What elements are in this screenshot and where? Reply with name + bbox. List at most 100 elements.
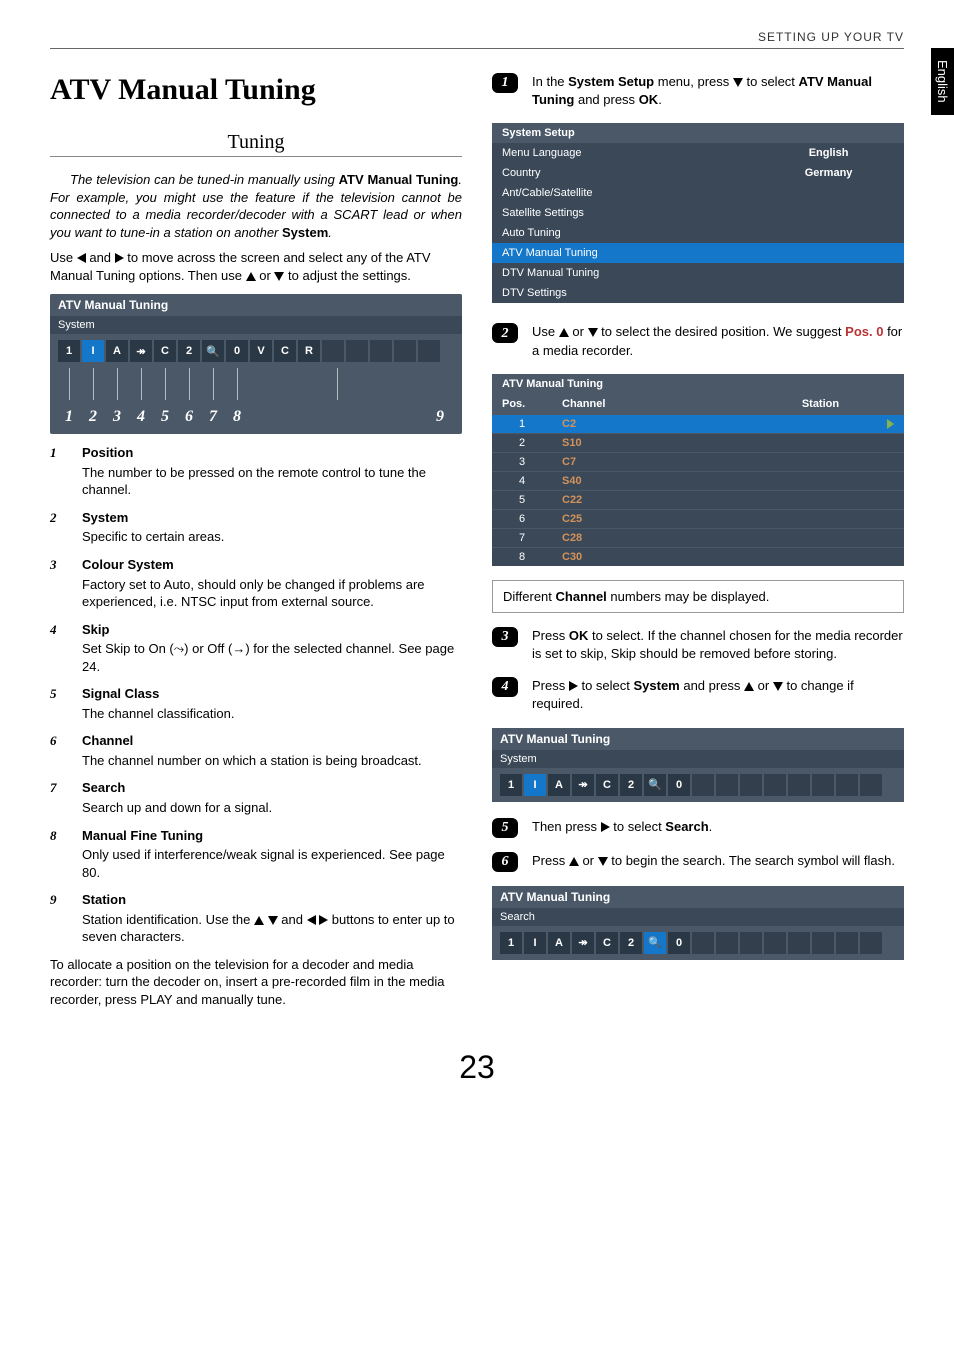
skip-off-icon: → — [232, 640, 245, 658]
strip-cell: I — [524, 932, 546, 954]
strip-cell: A — [548, 932, 570, 954]
strip-cell: 0 — [668, 932, 690, 954]
text: or — [754, 678, 773, 693]
strip-cell — [418, 340, 440, 362]
def-body: Factory set to Auto, should only be chan… — [82, 576, 462, 611]
right-column: 1 In the System Setup menu, press to sel… — [492, 73, 904, 1019]
step-badge-5: 5 — [492, 818, 518, 838]
down-arrow-icon — [588, 328, 598, 337]
strip-cell — [836, 932, 858, 954]
def-num: 6 — [50, 732, 70, 769]
text: Pos. 0 — [845, 324, 883, 339]
strip-cell: 2 — [620, 774, 642, 796]
strip-cell: C — [274, 340, 296, 362]
page-title: ATV Manual Tuning — [50, 73, 462, 107]
def-item: 7 SearchSearch up and down for a signal. — [50, 779, 462, 816]
text: Press — [532, 678, 569, 693]
cell-pos: 5 — [492, 490, 552, 509]
menu-label: Auto Tuning — [492, 223, 753, 243]
cell-pos: 6 — [492, 509, 552, 528]
def-body: Specific to certain areas. — [82, 528, 462, 546]
menu-title: System Setup — [492, 123, 904, 143]
system-screen: ATV Manual Tuning System 1 I A ↠ C 2 🔍 0 — [492, 728, 904, 802]
def-num: 4 — [50, 621, 70, 676]
text: or — [579, 853, 598, 868]
strip-cell — [692, 932, 714, 954]
text: Press — [532, 628, 569, 643]
text: OK — [569, 628, 589, 643]
step-body: Use or to select the desired position. W… — [532, 323, 904, 359]
strip-cell: 🔍 — [202, 340, 224, 362]
diagram-number: 6 — [178, 408, 200, 426]
step-1: 1 In the System Setup menu, press to sel… — [492, 73, 904, 109]
strip-cell: R — [298, 340, 320, 362]
cell-channel: C30 — [552, 547, 737, 566]
strip-cell: 2 — [620, 932, 642, 954]
play-icon — [887, 419, 894, 429]
strip-cell — [860, 932, 882, 954]
text: System Setup — [568, 74, 654, 89]
up-arrow-icon — [559, 328, 569, 337]
def-body: Only used if interference/weak signal is… — [82, 846, 462, 881]
down-arrow-icon — [598, 857, 608, 866]
cell-channel: C22 — [552, 490, 737, 509]
diagram-number: 3 — [106, 408, 128, 426]
strip-cell: C — [596, 774, 618, 796]
strip-cell — [716, 932, 738, 954]
def-body: The channel number on which a station is… — [82, 752, 462, 770]
menu-label: Ant/Cable/Satellite — [492, 183, 753, 203]
right-arrow-icon — [569, 681, 578, 691]
menu-value: Germany — [753, 163, 904, 183]
text: Press — [532, 853, 569, 868]
text: to select — [578, 678, 634, 693]
def-title: Signal Class — [82, 685, 462, 703]
step-6: 6 Press or to begin the search. The sear… — [492, 852, 904, 872]
def-item: 3 Colour SystemFactory set to Auto, shou… — [50, 556, 462, 611]
def-item: 5 Signal ClassThe channel classification… — [50, 685, 462, 722]
text: OK — [639, 92, 659, 107]
diagram-number: 7 — [202, 408, 224, 426]
subheading-tuning: Tuning — [50, 131, 462, 157]
strip-cell: A — [106, 340, 128, 362]
def-title: Station — [82, 891, 462, 909]
step-badge-2: 2 — [492, 323, 518, 343]
text: and press — [574, 92, 638, 107]
strip-cell: 1 — [58, 340, 80, 362]
def-num: 2 — [50, 509, 70, 546]
strip-cell: A — [548, 774, 570, 796]
tuning-diagram: ATV Manual Tuning System 1 I A ↠ C 2 🔍 0… — [50, 294, 462, 434]
screen-sub: Search — [492, 908, 904, 926]
cell-channel: S40 — [552, 471, 737, 490]
diagram-number: 4 — [130, 408, 152, 426]
up-arrow-icon — [254, 916, 264, 925]
strip-cell: C — [596, 932, 618, 954]
def-num: 9 — [50, 891, 70, 946]
strip-cell: V — [250, 340, 272, 362]
strip-cell — [740, 774, 762, 796]
strip-cell — [788, 774, 810, 796]
cell-channel: C25 — [552, 509, 737, 528]
strip-cell — [764, 774, 786, 796]
cell-pos: 1 — [492, 414, 552, 433]
text: Then press — [532, 819, 601, 834]
strip-cell — [812, 932, 834, 954]
strip-cell — [692, 774, 714, 796]
step-body: Then press to select Search. — [532, 818, 904, 836]
step-4: 4 Press to select System and press or to… — [492, 677, 904, 713]
strip-cell — [346, 340, 368, 362]
strip-cell: ↠ — [572, 932, 594, 954]
def-title: Position — [82, 444, 462, 462]
down-arrow-icon — [733, 78, 743, 87]
col-channel: Channel — [552, 394, 737, 415]
text: . — [709, 819, 713, 834]
step-body: Press OK to select. If the channel chose… — [532, 627, 904, 663]
menu-label: ATV Manual Tuning — [492, 243, 753, 263]
strip-cell: I — [524, 774, 546, 796]
text: and press — [680, 678, 744, 693]
diagram-number: 2 — [82, 408, 104, 426]
page-number: 23 — [50, 1049, 904, 1086]
def-body: Search up and down for a signal. — [82, 799, 462, 817]
def-num: 1 — [50, 444, 70, 499]
right-arrow-icon — [115, 253, 124, 263]
step-body: In the System Setup menu, press to selec… — [532, 73, 904, 109]
